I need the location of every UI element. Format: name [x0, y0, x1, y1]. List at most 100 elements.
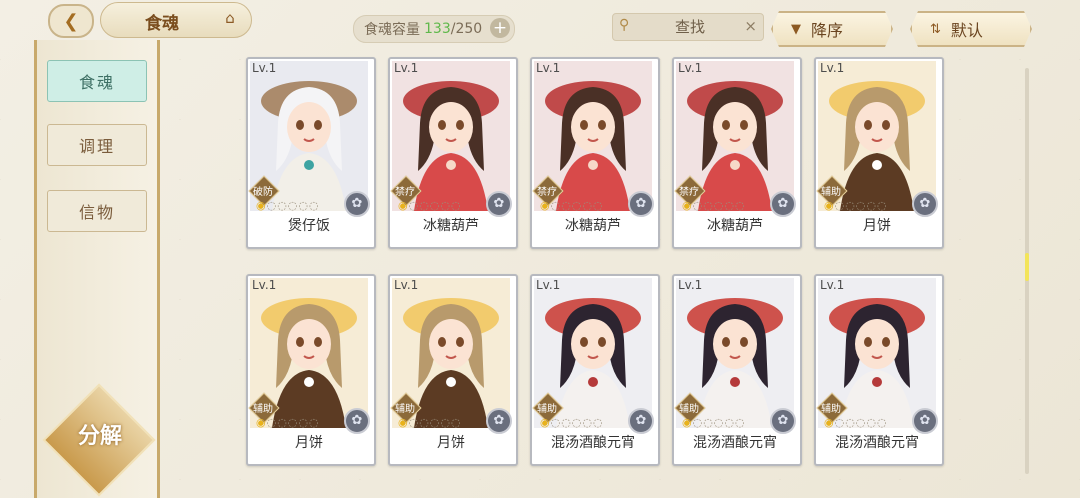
role-label: 破防 — [253, 187, 273, 198]
home-icon[interactable]: ⌂ — [219, 9, 241, 31]
card-name: 煲仔饭 — [288, 218, 330, 234]
food-soul-card[interactable]: Lv.1 辅助 ◉◌◌◌◌◌ ✿ 月饼 — [814, 57, 944, 249]
role-label: 辅助 — [821, 404, 841, 415]
swap-arrows-icon: ⇅ — [930, 21, 941, 37]
card-name: 月饼 — [437, 435, 465, 451]
role-label: 禁疗 — [537, 187, 557, 198]
rank-stars: ◉◌◌◌◌◌ — [824, 199, 888, 212]
flame-icon: ◉ — [540, 416, 551, 429]
sidebar-item-label: 信物 — [78, 203, 115, 222]
capacity-current: 133 — [424, 21, 451, 37]
card-name: 月饼 — [863, 218, 891, 234]
sidebar-item-token[interactable]: 信物 — [47, 190, 147, 232]
rank-stars: ◉◌◌◌◌◌ — [540, 199, 604, 212]
rank-stars: ◉◌◌◌◌◌ — [398, 199, 462, 212]
card-level: Lv.1 — [252, 278, 277, 292]
flame-icon: ◉ — [682, 416, 693, 429]
rank-stars: ◉◌◌◌◌◌ — [824, 416, 888, 429]
sidebar-item-label: 调理 — [78, 137, 115, 156]
title-tab: 食魂 ⌂ — [100, 2, 252, 38]
rank-stars: ◉◌◌◌◌◌ — [256, 416, 320, 429]
sort-order-button[interactable]: ▼ 降序 — [771, 11, 893, 47]
sidebar-item-label: 食魂 — [78, 73, 115, 92]
sort-mode-label: 默认 — [950, 21, 983, 40]
clear-search-button[interactable]: × — [744, 17, 757, 35]
decompose-button[interactable]: 分解 — [65, 418, 135, 450]
search-input[interactable] — [643, 16, 737, 38]
card-name: 混汤酒酿元宵 — [551, 435, 635, 451]
food-soul-card[interactable]: Lv.1 辅助 ◉◌◌◌◌◌ ✿ 月饼 — [246, 274, 376, 466]
sidebar: 食魂 调理 信物 分解 — [34, 40, 160, 498]
search-box: ⚲ × — [612, 13, 764, 41]
card-level: Lv.1 — [394, 61, 419, 75]
card-name: 冰糖葫芦 — [423, 218, 479, 234]
food-soul-card[interactable]: Lv.1 辅助 ◉◌◌◌◌◌ ✿ 混汤酒酿元宵 — [672, 274, 802, 466]
card-name: 月饼 — [295, 435, 323, 451]
flower-emblem-icon: ✿ — [912, 408, 938, 434]
rank-stars: ◉◌◌◌◌◌ — [256, 199, 320, 212]
page-title: 食魂 — [145, 14, 179, 34]
role-label: 禁疗 — [395, 187, 415, 198]
sort-order-label: 降序 — [811, 21, 844, 40]
flower-emblem-icon: ✿ — [912, 191, 938, 217]
flower-emblem-icon: ✿ — [344, 408, 370, 434]
back-arrow-icon: ❮ — [63, 10, 79, 32]
role-label: 辅助 — [395, 404, 415, 415]
role-label: 辅助 — [253, 404, 273, 415]
card-name: 混汤酒酿元宵 — [835, 435, 919, 451]
card-level: Lv.1 — [678, 278, 703, 292]
search-icon: ⚲ — [619, 17, 630, 33]
rank-stars: ◉◌◌◌◌◌ — [540, 416, 604, 429]
card-name: 混汤酒酿元宵 — [693, 435, 777, 451]
top-bar: ❮ 食魂 ⌂ 食魂容量 133 /250 + ⚲ × ▼ 降序 ⇅ 默认 — [0, 0, 1080, 50]
capacity-max: /250 — [450, 21, 483, 37]
sidebar-item-food-soul[interactable]: 食魂 — [47, 60, 147, 102]
flame-icon: ◉ — [398, 199, 409, 212]
flower-emblem-icon: ✿ — [628, 191, 654, 217]
role-label: 辅助 — [821, 187, 841, 198]
card-level: Lv.1 — [252, 61, 277, 75]
flame-icon: ◉ — [398, 416, 409, 429]
back-button[interactable]: ❮ — [48, 4, 94, 38]
flower-emblem-icon: ✿ — [486, 408, 512, 434]
card-level: Lv.1 — [536, 278, 561, 292]
rank-stars: ◉◌◌◌◌◌ — [682, 416, 746, 429]
role-label: 辅助 — [537, 404, 557, 415]
card-level: Lv.1 — [394, 278, 419, 292]
food-soul-card[interactable]: Lv.1 辅助 ◉◌◌◌◌◌ ✿ 混汤酒酿元宵 — [814, 274, 944, 466]
role-label: 禁疗 — [679, 187, 699, 198]
food-soul-card[interactable]: Lv.1 禁疗 ◉◌◌◌◌◌ ✿ 冰糖葫芦 — [530, 57, 660, 249]
card-name: 冰糖葫芦 — [565, 218, 621, 234]
scroll-thumb[interactable] — [1025, 253, 1029, 281]
flame-icon: ◉ — [256, 199, 267, 212]
card-level: Lv.1 — [820, 278, 845, 292]
scrollbar[interactable] — [1025, 68, 1029, 474]
flower-emblem-icon: ✿ — [628, 408, 654, 434]
capacity-indicator: 食魂容量 133 /250 + — [353, 15, 515, 43]
flame-icon: ◉ — [824, 199, 835, 212]
role-label: 辅助 — [679, 404, 699, 415]
food-soul-card[interactable]: Lv.1 禁疗 ◉◌◌◌◌◌ ✿ 冰糖葫芦 — [672, 57, 802, 249]
rank-stars: ◉◌◌◌◌◌ — [398, 416, 462, 429]
flower-emblem-icon: ✿ — [770, 408, 796, 434]
rank-stars: ◉◌◌◌◌◌ — [682, 199, 746, 212]
flame-icon: ◉ — [540, 199, 551, 212]
card-level: Lv.1 — [536, 61, 561, 75]
sort-mode-button[interactable]: ⇅ 默认 — [910, 11, 1032, 47]
sidebar-item-conditioning[interactable]: 调理 — [47, 124, 147, 166]
card-name: 冰糖葫芦 — [707, 218, 763, 234]
flame-icon: ◉ — [256, 416, 267, 429]
food-soul-card[interactable]: Lv.1 辅助 ◉◌◌◌◌◌ ✿ 混汤酒酿元宵 — [530, 274, 660, 466]
food-soul-card[interactable]: Lv.1 禁疗 ◉◌◌◌◌◌ ✿ 冰糖葫芦 — [388, 57, 518, 249]
flower-emblem-icon: ✿ — [344, 191, 370, 217]
food-soul-card[interactable]: Lv.1 破防 ◉◌◌◌◌◌ ✿ 煲仔饭 — [246, 57, 376, 249]
add-capacity-button[interactable]: + — [490, 18, 510, 38]
flower-emblem-icon: ✿ — [770, 191, 796, 217]
food-soul-card[interactable]: Lv.1 辅助 ◉◌◌◌◌◌ ✿ 月饼 — [388, 274, 518, 466]
flame-icon: ◉ — [682, 199, 693, 212]
flame-icon: ◉ — [824, 416, 835, 429]
triangle-down-icon: ▼ — [791, 21, 801, 37]
card-level: Lv.1 — [678, 61, 703, 75]
flower-emblem-icon: ✿ — [486, 191, 512, 217]
card-level: Lv.1 — [820, 61, 845, 75]
